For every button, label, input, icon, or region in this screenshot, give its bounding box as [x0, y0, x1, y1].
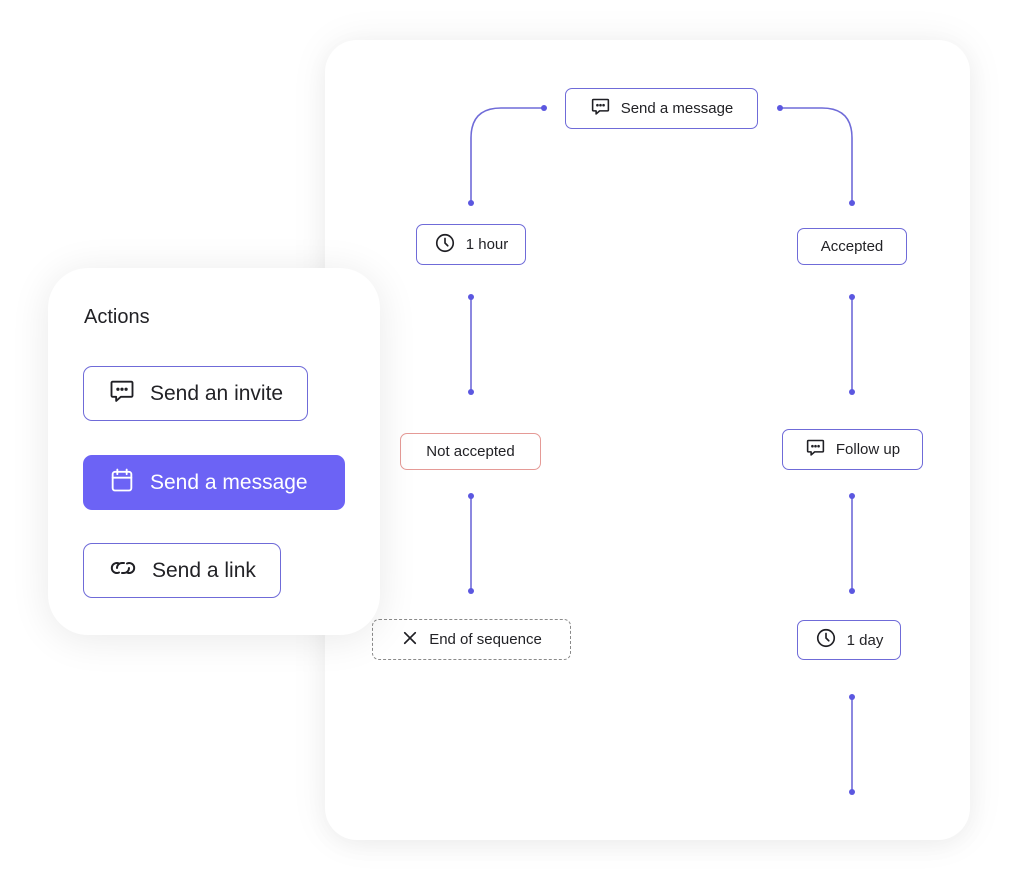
node-label: Not accepted — [426, 443, 515, 460]
node-label: End of sequence — [429, 631, 542, 648]
node-label: Accepted — [820, 238, 884, 255]
send-link-button[interactable]: Send a link — [83, 543, 281, 598]
actions-card: Actions Send an invite Send a message Se… — [48, 268, 380, 635]
chat-bubble-icon — [590, 96, 611, 121]
node-label: 1 hour — [465, 236, 509, 253]
button-label: Send a link — [152, 558, 256, 582]
send-invite-button[interactable]: Send an invite — [83, 366, 309, 421]
node-wait-1-hour[interactable]: 1 hour — [416, 224, 526, 265]
link-icon — [108, 558, 138, 584]
chat-bubble-icon — [108, 377, 136, 411]
send-message-button[interactable]: Send a message — [83, 455, 345, 510]
node-not-accepted[interactable]: Not accepted — [400, 433, 541, 470]
node-send-message[interactable]: Send a message — [565, 88, 758, 129]
chat-bubble-icon — [805, 437, 826, 462]
actions-title: Actions — [84, 306, 150, 328]
node-follow-up[interactable]: Follow up — [782, 429, 923, 470]
clock-icon — [434, 232, 456, 258]
calendar-icon — [108, 466, 136, 500]
button-label: Send an invite — [150, 381, 284, 405]
clock-icon — [815, 627, 837, 653]
node-label: Follow up — [835, 441, 901, 458]
node-label: Send a message — [620, 100, 734, 117]
node-end-of-sequence[interactable]: End of sequence — [372, 619, 571, 660]
node-wait-1-day[interactable]: 1 day — [797, 620, 901, 660]
node-accepted[interactable]: Accepted — [797, 228, 907, 265]
button-label: Send a message — [150, 470, 308, 494]
close-icon — [401, 629, 419, 651]
node-label: 1 day — [846, 631, 884, 649]
